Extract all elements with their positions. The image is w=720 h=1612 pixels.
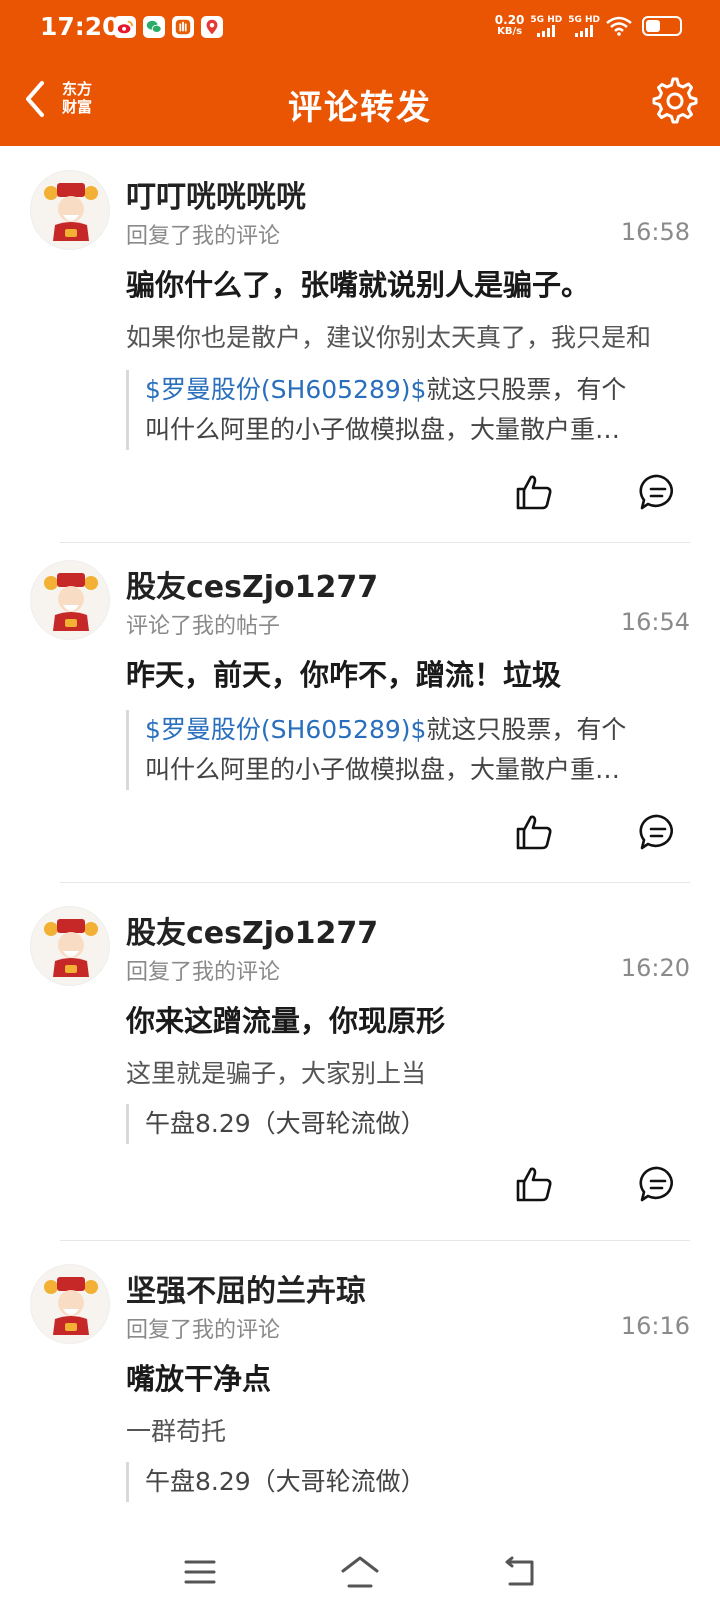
menu-icon	[184, 1560, 216, 1584]
quoted-post[interactable]: 午盘8.29（大哥轮流做）	[126, 1104, 666, 1144]
list-item[interactable]: 叮叮咣咣咣咣 回复了我的评论 16:58 骗你什么了，张嘴就说别人是骗子。 如果…	[0, 146, 720, 544]
back-arrow-icon	[505, 1556, 534, 1586]
avatar-caishen-icon	[31, 1265, 109, 1343]
thumbs-up-icon	[516, 1167, 552, 1202]
comment-bubble-icon	[639, 814, 673, 850]
quoted-post[interactable]: $罗曼股份(SH605289)$就这只股票，有个 叫什么阿里的小子做模拟盘，大量…	[126, 370, 666, 450]
home-icon	[341, 1556, 379, 1588]
avatar-caishen-icon	[31, 907, 109, 985]
action-text: 回复了我的评论	[126, 960, 281, 985]
thumbs-up-icon	[516, 475, 552, 510]
divider	[60, 542, 690, 543]
map-pin-icon	[201, 16, 223, 38]
menu-button[interactable]	[172, 1544, 228, 1600]
thumbs-up-icon	[516, 815, 552, 850]
status-time: 17:20	[40, 12, 120, 41]
action-text: 回复了我的评论	[126, 1318, 281, 1343]
divider	[60, 1240, 690, 1241]
timestamp: 16:16	[620, 1312, 690, 1340]
page-title: 评论转发	[288, 88, 432, 128]
home-button[interactable]	[332, 1544, 388, 1600]
like-button[interactable]	[510, 1160, 558, 1208]
system-nav-bar	[0, 1532, 720, 1612]
net-speed-unit: KB/s	[497, 26, 523, 37]
reply-text: 你来这蹭流量，你现原形	[126, 1004, 446, 1038]
reply-text: 嘴放干净点	[126, 1362, 272, 1396]
reply-text: 昨天，前天，你咋不，蹭流！垃圾	[126, 658, 562, 692]
battery-fill	[646, 20, 660, 32]
net-speed-value: 0.20	[494, 13, 525, 27]
weibo-icon	[114, 16, 136, 38]
comment-button[interactable]	[634, 1160, 682, 1208]
nav-bar: 东方 财富 评论转发	[0, 56, 720, 146]
quote-text: 就这只股票，有个	[426, 375, 627, 404]
battery-icon	[642, 16, 682, 36]
stock-link[interactable]: $罗曼股份(SH605289)$	[145, 715, 426, 744]
like-button[interactable]	[510, 468, 558, 516]
quoted-post[interactable]: $罗曼股份(SH605289)$就这只股票，有个 叫什么阿里的小子做模拟盘，大量…	[126, 710, 666, 790]
timestamp: 16:54	[620, 608, 690, 636]
settings-button[interactable]	[648, 74, 702, 128]
stock-link[interactable]: $罗曼股份(SH605289)$	[145, 375, 426, 404]
quote-text-line2: 叫什么阿里的小子做模拟盘，大量散户重…	[145, 755, 621, 784]
quoted-post[interactable]: 午盘8.29（大哥轮流做）	[126, 1462, 666, 1502]
comment-bubble-icon	[639, 474, 673, 510]
timestamp: 16:20	[620, 954, 690, 982]
comment-bubble-icon	[639, 1166, 673, 1202]
hand-app-icon	[172, 16, 194, 38]
divider	[60, 882, 690, 883]
comment-button[interactable]	[634, 808, 682, 856]
signal-1-label: 5G HD	[530, 15, 563, 25]
signal-2: 5G HD	[568, 15, 600, 37]
list-item[interactable]: 股友cesZjo1277 评论了我的帖子 16:54 昨天，前天，你咋不，蹭流！…	[0, 544, 720, 890]
original-comment: 如果你也是散户，建议你别太天真了，我只是和	[126, 323, 652, 352]
list-item[interactable]: 股友cesZjo1277 回复了我的评论 16:20 你来这蹭流量，你现原形 这…	[0, 890, 720, 1248]
avatar-caishen-icon	[31, 561, 109, 639]
action-text: 评论了我的帖子	[126, 614, 281, 639]
timestamp: 16:58	[620, 218, 690, 246]
quote-text-line2: 叫什么阿里的小子做模拟盘，大量散户重…	[145, 415, 621, 444]
avatar[interactable]	[30, 906, 110, 986]
header: 17:20 0.20 KB/s 5G HD 5G HD 东方 财富 评论转发	[0, 0, 720, 146]
quote-text: 就这只股票，有个	[426, 715, 627, 744]
signal-bars-icon	[575, 25, 594, 37]
username[interactable]: 股友cesZjo1277	[126, 908, 378, 952]
action-text: 回复了我的评论	[126, 224, 281, 249]
status-app-icons	[114, 16, 223, 38]
system-back-button[interactable]	[492, 1544, 548, 1600]
comment-button[interactable]	[634, 468, 682, 516]
wifi-icon	[606, 16, 632, 36]
username[interactable]: 股友cesZjo1277	[126, 562, 378, 606]
signal-2-label: 5G HD	[568, 15, 600, 25]
status-bar: 17:20 0.20 KB/s 5G HD 5G HD	[0, 0, 720, 56]
like-button[interactable]	[510, 808, 558, 856]
quote-text: 午盘8.29（大哥轮流做）	[145, 1109, 426, 1138]
signal-1: 5G HD	[530, 15, 562, 37]
username[interactable]: 叮叮咣咣咣咣	[126, 172, 306, 216]
gear-icon	[652, 77, 698, 124]
original-comment: 一群苟托	[126, 1417, 227, 1446]
net-speed: 0.20 KB/s	[495, 14, 525, 38]
signal-bars-icon	[537, 25, 556, 37]
avatar[interactable]	[30, 560, 110, 640]
wechat-icon	[143, 16, 165, 38]
original-comment: 这里就是骗子，大家别上当	[126, 1059, 427, 1088]
avatar-caishen-icon	[31, 171, 109, 249]
username[interactable]: 坚强不屈的兰卉琼	[126, 1266, 366, 1310]
list-item[interactable]: 坚强不屈的兰卉琼 回复了我的评论 16:16 嘴放干净点 一群苟托 午盘8.29…	[0, 1248, 720, 1532]
status-indicators: 0.20 KB/s 5G HD 5G HD	[495, 14, 682, 38]
avatar[interactable]	[30, 170, 110, 250]
quote-text: 午盘8.29（大哥轮流做）	[145, 1467, 426, 1496]
avatar[interactable]	[30, 1264, 110, 1344]
reply-text: 骗你什么了，张嘴就说别人是骗子。	[126, 268, 591, 302]
